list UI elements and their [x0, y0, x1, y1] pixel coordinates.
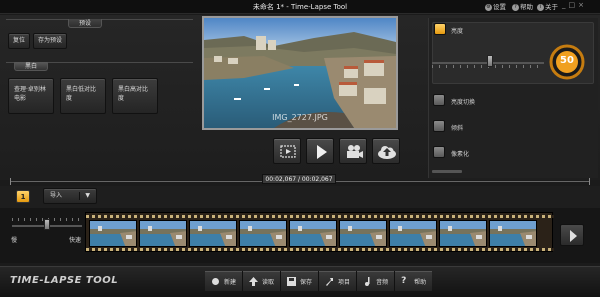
app-logo: TIME-LAPSE TOOL: [10, 275, 119, 286]
frame-thumbnail[interactable]: [289, 220, 337, 247]
save-preset-button[interactable]: 存为预设: [33, 33, 68, 49]
music-note-icon: [365, 276, 370, 286]
tilt-checkbox[interactable]: [433, 120, 445, 132]
frame-thumbnail[interactable]: [139, 220, 187, 247]
old-film-button[interactable]: 查理·卓别林电影: [8, 78, 54, 114]
ruler-start: [10, 178, 11, 185]
bw-low-contrast-button[interactable]: 黑白低对比度: [60, 78, 106, 114]
wrench-icon: [326, 277, 334, 286]
crossfade-label: 亮度切换: [451, 99, 476, 106]
ruler-end: [589, 178, 590, 185]
harbor-photo: [204, 18, 396, 128]
window-title: 未命名 1* - Time-Lapse Tool: [252, 3, 348, 11]
frame-thumbnail[interactable]: [439, 220, 487, 247]
help-button[interactable]: ? 帮助: [512, 1, 533, 13]
footer-help-button[interactable]: ? 帮助: [395, 271, 433, 291]
maximize-icon[interactable]: □: [569, 1, 579, 9]
audio-button[interactable]: 音频: [357, 271, 396, 291]
brightness-label: 亮度: [451, 28, 464, 35]
play-button[interactable]: [306, 138, 334, 164]
frame-thumbnails: [89, 220, 537, 247]
save-icon: [287, 276, 297, 286]
tilt-label: 倾斜: [451, 125, 464, 132]
footer-bar: TIME-LAPSE TOOL 新建 读取 保存 项目 音频 ? 帮助: [0, 266, 600, 297]
load-button[interactable]: 读取: [243, 271, 282, 291]
speed-slow-label: 慢: [11, 237, 18, 244]
save-button[interactable]: 保存: [281, 271, 320, 291]
preview-image: IMG_2727.JPG: [202, 16, 398, 130]
crossfade-checkbox[interactable]: [433, 94, 445, 106]
crop-frame-button[interactable]: [273, 138, 301, 164]
preview-filename: IMG_2727.JPG: [272, 113, 328, 122]
cloud-upload-icon: [378, 146, 396, 159]
speed-fast-label: 快速: [69, 237, 82, 244]
brightness-slider[interactable]: [432, 51, 544, 68]
panel-scroll-indicator: [432, 170, 462, 173]
import-label: 导入: [50, 192, 63, 199]
load-icon: [249, 276, 259, 286]
chevron-right-icon: [570, 230, 577, 242]
close-icon[interactable]: ×: [578, 1, 587, 9]
bw-header: 黑白: [6, 62, 193, 71]
video-button[interactable]: [339, 138, 367, 164]
frame-thumbnail[interactable]: [389, 220, 437, 247]
settings-button[interactable]: ⚙ 设置: [485, 1, 506, 13]
frame-count-badge: 1: [16, 190, 30, 203]
bw-label: 黑白: [14, 62, 49, 71]
sprocket-top: [86, 215, 554, 218]
file-toolbar: 新建 读取 保存 项目 音频 ? 帮助: [205, 271, 465, 291]
frame-thumbnail[interactable]: [239, 220, 287, 247]
presets-header: 预设: [6, 19, 193, 28]
presets-label: 预设: [68, 19, 103, 28]
speed-thumb[interactable]: [44, 219, 50, 230]
filmstrip: [85, 212, 554, 252]
question-icon: ?: [512, 3, 519, 11]
pixelate-label: 像素化: [451, 151, 470, 158]
bw-high-contrast-button[interactable]: 黑白高对比度: [112, 78, 158, 114]
import-dropdown[interactable]: 导入 ▼: [43, 188, 97, 204]
new-button[interactable]: 新建: [205, 271, 244, 291]
reset-button[interactable]: 复位: [8, 33, 31, 49]
upload-button[interactable]: [372, 138, 400, 164]
gear-icon: ⚙: [485, 3, 492, 11]
brightness-checkbox[interactable]: [434, 23, 446, 35]
window-controls: _□×: [562, 1, 598, 13]
frame-thumbnail[interactable]: [89, 220, 137, 247]
frame-thumbnail[interactable]: [339, 220, 387, 247]
question-icon: ?: [401, 275, 407, 286]
brightness-value: 50: [560, 55, 574, 66]
slider-thumb[interactable]: [487, 55, 493, 67]
pixelate-checkbox[interactable]: [433, 146, 445, 158]
sprocket-bottom: [86, 248, 554, 251]
crop-frame-icon: [280, 145, 296, 158]
frame-thumbnail[interactable]: [189, 220, 237, 247]
frame-thumbnail[interactable]: [489, 220, 537, 247]
info-icon: i: [537, 3, 544, 11]
chevron-down-icon: ▼: [79, 192, 90, 200]
play-icon: [317, 145, 327, 159]
time-display: 00:02,067 / 00:02,067: [262, 174, 336, 184]
filmstrip-next-button[interactable]: [560, 224, 584, 246]
video-camera-icon: [347, 145, 363, 158]
new-icon: [212, 277, 219, 285]
brightness-dial[interactable]: 50: [549, 44, 585, 80]
about-button[interactable]: i 关于: [537, 1, 558, 13]
project-button[interactable]: 项目: [319, 271, 358, 291]
